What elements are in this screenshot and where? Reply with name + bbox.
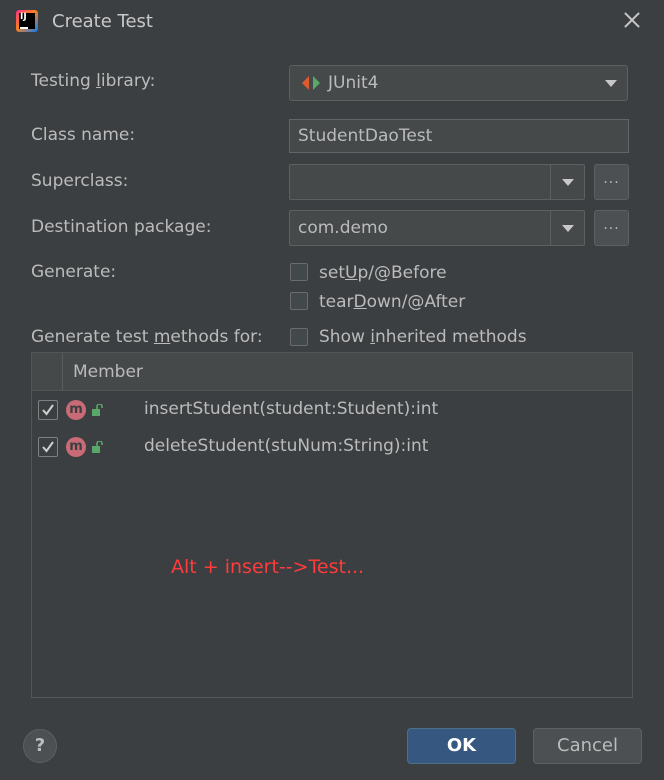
class-name-field[interactable]: StudentDaoTest (289, 119, 629, 153)
row-checkbox[interactable] (38, 400, 58, 420)
show-inherited-checkbox[interactable] (290, 328, 308, 346)
chevron-down-icon[interactable] (562, 225, 574, 232)
superclass-label: Superclass: (31, 171, 129, 191)
destination-package-combo[interactable]: com.demo (289, 210, 585, 246)
combo-divider (550, 211, 551, 245)
show-inherited-checkbox-label[interactable]: Show inherited methods (319, 327, 527, 347)
member-signature: deleteStudent(stuNum:String):int (144, 436, 429, 456)
destination-package-browse-button[interactable]: ... (594, 210, 629, 246)
teardown-checkbox-label[interactable]: tearDown/@After (319, 292, 465, 312)
row-checkbox[interactable] (38, 437, 58, 457)
ok-button[interactable]: OK (407, 728, 516, 764)
destination-package-label: Destination package: (31, 217, 212, 237)
intellij-logo-icon: IJ (16, 10, 38, 32)
member-column-header[interactable]: Member (73, 362, 143, 382)
chevron-down-icon[interactable] (562, 179, 574, 186)
superclass-browse-button[interactable]: ... (594, 164, 629, 200)
testing-library-select[interactable]: JUnit4 (289, 65, 628, 101)
member-signature: insertStudent(student:Student):int (144, 399, 439, 419)
testing-library-label: Testing library: (31, 71, 156, 91)
checkmark-icon (42, 441, 54, 453)
combo-divider (550, 165, 551, 199)
setup-checkbox[interactable] (290, 263, 308, 281)
table-header: Member (32, 353, 632, 391)
generate-label: Generate: (31, 262, 117, 282)
class-name-value: StudentDaoTest (298, 126, 433, 146)
class-name-label: Class name: (31, 125, 136, 145)
dialog-title: Create Test (52, 11, 153, 32)
method-icon: m (66, 400, 86, 420)
members-table[interactable]: Member m insertStudent(student:Student):… (31, 352, 633, 698)
cancel-button[interactable]: Cancel (533, 728, 642, 764)
setup-checkbox-label[interactable]: setUp/@Before (319, 263, 447, 283)
help-button[interactable]: ? (23, 729, 57, 763)
table-row[interactable]: m insertStudent(student:Student):int (32, 392, 632, 428)
table-row[interactable]: m deleteStudent(stuNum:String):int (32, 429, 632, 465)
close-icon[interactable] (620, 8, 644, 32)
unlock-icon (92, 441, 103, 453)
column-divider (62, 353, 63, 390)
shortcut-annotation: Alt + insert-->Test... (171, 556, 365, 578)
chevron-down-icon (605, 80, 617, 87)
method-icon: m (66, 437, 86, 457)
junit-icon (302, 76, 320, 90)
destination-package-value: com.demo (298, 218, 388, 238)
superclass-combo[interactable] (289, 164, 585, 200)
testing-library-value: JUnit4 (328, 73, 379, 93)
teardown-checkbox[interactable] (290, 292, 308, 310)
unlock-icon (92, 404, 103, 416)
methods-for-label: Generate test methods for: (31, 327, 263, 347)
title-bar: IJ Create Test (0, 0, 664, 44)
checkmark-icon (42, 404, 54, 416)
